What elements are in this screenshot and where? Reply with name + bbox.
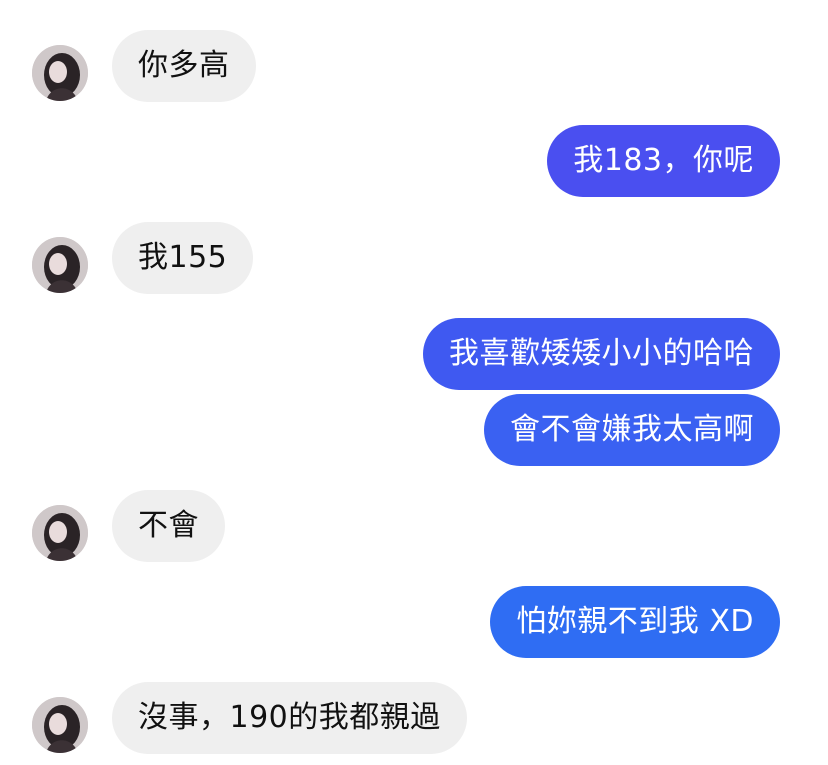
- message-bubble-outgoing[interactable]: 我183，你呢: [547, 125, 780, 197]
- message-text: 沒事，190的我都親過: [138, 700, 441, 735]
- profile-photo-icon: [32, 697, 88, 753]
- contact-avatar[interactable]: [32, 505, 88, 561]
- profile-photo-icon: [32, 505, 88, 561]
- message-text: 你多高: [138, 48, 230, 83]
- profile-photo-icon: [32, 45, 88, 101]
- message-text: 怕妳親不到我 XD: [516, 604, 754, 639]
- message-bubble-incoming[interactable]: 不會: [112, 490, 225, 562]
- message-bubble-outgoing[interactable]: 怕妳親不到我 XD: [490, 586, 780, 658]
- message-bubble-outgoing[interactable]: 會不會嫌我太高啊: [484, 394, 780, 466]
- chat-thread: 你多高 我183，你呢 我155 我喜歡矮矮小小的哈哈 會不會嫌我太高啊 不會: [0, 0, 828, 765]
- message-text: 不會: [138, 508, 199, 543]
- message-bubble-incoming[interactable]: 你多高: [112, 30, 256, 102]
- contact-avatar[interactable]: [32, 45, 88, 101]
- message-text: 我183，你呢: [573, 143, 754, 178]
- message-bubble-incoming[interactable]: 沒事，190的我都親過: [112, 682, 467, 754]
- message-text: 我155: [138, 240, 228, 275]
- contact-avatar[interactable]: [32, 237, 88, 293]
- contact-avatar[interactable]: [32, 697, 88, 753]
- profile-photo-icon: [32, 237, 88, 293]
- message-bubble-incoming[interactable]: 我155: [112, 222, 254, 294]
- message-bubble-outgoing[interactable]: 我喜歡矮矮小小的哈哈: [423, 318, 780, 390]
- message-text: 會不會嫌我太高啊: [510, 412, 754, 447]
- message-text: 我喜歡矮矮小小的哈哈: [449, 336, 754, 371]
